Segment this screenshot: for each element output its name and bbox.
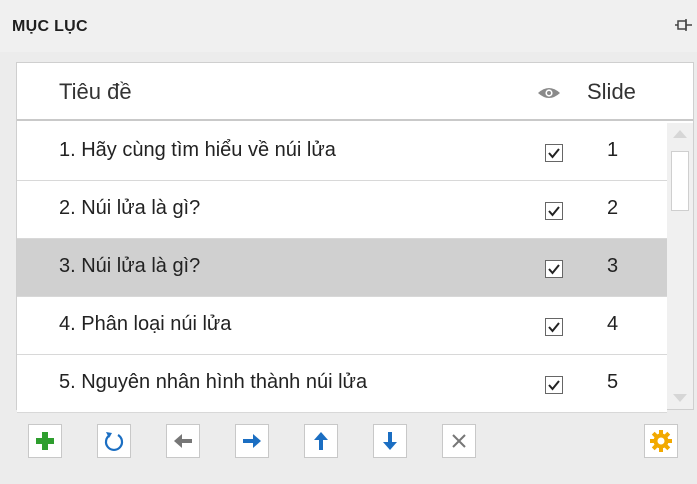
- visibility-checkbox[interactable]: [545, 202, 563, 220]
- column-title-header[interactable]: Tiêu đề: [59, 79, 132, 105]
- toc-list: Tiêu đề Slide 1. Hãy cùng tìm hiểu về nú…: [16, 62, 694, 413]
- indent-button[interactable]: [235, 424, 269, 458]
- add-icon: [36, 432, 54, 450]
- row-title: 3. Núi lửa là gì?: [59, 255, 201, 277]
- checkmark-icon: [548, 206, 560, 217]
- move-up-button[interactable]: [304, 424, 338, 458]
- delete-icon: [452, 434, 466, 448]
- vertical-scrollbar[interactable]: [667, 123, 693, 409]
- visibility-checkbox[interactable]: [545, 376, 563, 394]
- scroll-down-icon[interactable]: [667, 387, 693, 409]
- arrow-left-icon: [174, 434, 192, 448]
- row-title: 2. Núi lửa là gì?: [59, 197, 201, 219]
- delete-button[interactable]: [442, 424, 476, 458]
- checkmark-icon: [548, 322, 560, 333]
- settings-icon: [650, 430, 672, 452]
- row-slide-number: 4: [607, 313, 619, 335]
- pin-icon[interactable]: [675, 16, 693, 34]
- refresh-icon: [104, 432, 124, 452]
- checkmark-icon: [548, 148, 560, 159]
- toc-rows: 1. Hãy cùng tìm hiểu về núi lửa 1 2. Núi…: [17, 123, 667, 413]
- panel-header: MỤC LỤC: [0, 0, 697, 52]
- row-title: 5. Nguyên nhân hình thành núi lửa: [59, 371, 368, 393]
- column-slide-header[interactable]: Slide: [587, 79, 636, 105]
- add-button[interactable]: [28, 424, 62, 458]
- toc-row[interactable]: 5. Nguyên nhân hình thành núi lửa 5: [17, 355, 667, 413]
- visibility-checkbox[interactable]: [545, 144, 563, 162]
- outdent-button[interactable]: [166, 424, 200, 458]
- visibility-checkbox[interactable]: [545, 260, 563, 278]
- arrow-up-icon: [314, 432, 328, 450]
- eye-icon: [538, 88, 560, 98]
- toc-toolbar: [0, 424, 697, 470]
- column-header: Tiêu đề Slide: [17, 63, 693, 121]
- row-slide-number: 5: [607, 371, 619, 393]
- arrow-down-icon: [383, 432, 397, 450]
- row-title: 4. Phân loại núi lửa: [59, 313, 232, 335]
- toc-row-selected[interactable]: 3. Núi lửa là gì? 3: [17, 239, 667, 297]
- visibility-checkbox[interactable]: [545, 318, 563, 336]
- toc-row[interactable]: 4. Phân loại núi lửa 4: [17, 297, 667, 355]
- row-slide-number: 2: [607, 197, 619, 219]
- refresh-button[interactable]: [97, 424, 131, 458]
- checkmark-icon: [548, 264, 560, 275]
- arrow-right-icon: [243, 434, 261, 448]
- toc-row[interactable]: 1. Hãy cùng tìm hiểu về núi lửa 1: [17, 123, 667, 181]
- panel-title: MỤC LỤC: [12, 18, 88, 35]
- settings-button[interactable]: [644, 424, 678, 458]
- row-slide-number: 3: [607, 255, 619, 277]
- scroll-up-icon[interactable]: [667, 123, 693, 145]
- row-title: 1. Hãy cùng tìm hiểu về núi lửa: [59, 139, 336, 161]
- toc-row[interactable]: 2. Núi lửa là gì? 2: [17, 181, 667, 239]
- checkmark-icon: [548, 380, 560, 391]
- row-slide-number: 1: [607, 139, 619, 161]
- scroll-thumb[interactable]: [671, 151, 689, 211]
- move-down-button[interactable]: [373, 424, 407, 458]
